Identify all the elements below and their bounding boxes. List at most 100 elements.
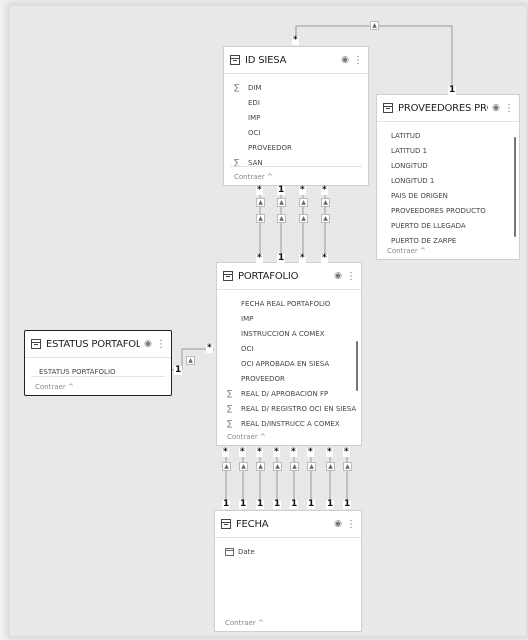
cardinality-label: * <box>256 185 263 195</box>
sum-icon: ∑ <box>227 404 233 413</box>
field-row[interactable]: PROVEEDORES PRODUCTO <box>377 203 519 218</box>
scrollbar[interactable] <box>514 137 516 237</box>
table-title: FECHA <box>236 518 269 530</box>
collapse-button[interactable]: Contraer ^ <box>387 247 426 255</box>
field-row[interactable]: ∑ DIM <box>224 80 368 95</box>
field-row[interactable]: ∑ SAN <box>224 155 368 170</box>
field-label: PUERTO DE ZARPE <box>391 236 457 245</box>
cardinality-one-label: 1 <box>290 499 299 509</box>
direction-arrow-icon: ▲ <box>321 198 330 207</box>
field-row[interactable]: LONGITUD 1 <box>377 173 519 188</box>
field-date[interactable]: Date <box>215 544 361 559</box>
eye-icon[interactable]: ◉ <box>334 271 342 281</box>
eye-icon[interactable]: ◉ <box>144 339 152 349</box>
field-label: INSTRUCCION A COMEX <box>241 329 325 338</box>
field-label: LONGITUD <box>391 161 428 170</box>
field-row[interactable]: ∑ REAL D/INSTRUCC A COMEX <box>217 416 361 431</box>
field-row[interactable]: PROVEEDOR <box>224 140 368 155</box>
field-label: IMP <box>248 113 261 122</box>
field-label: PROVEEDOR <box>241 374 285 383</box>
field-row[interactable]: OCI APROBADA EN SIESA <box>217 356 361 371</box>
cardinality-one-label: 1 <box>222 499 231 509</box>
table-card-proveedores-producto[interactable]: PROVEEDORES PROD... ◉ ⋮ LATITUD LATITUD 1… <box>376 94 520 260</box>
direction-arrow-icon: ▲ <box>299 198 308 207</box>
more-options-icon[interactable]: ⋮ <box>346 519 356 530</box>
cardinality-one-label: 1 <box>343 499 352 509</box>
table-card-id-siesa[interactable]: ID SIESA ◉ ⋮ ∑ DIM EDI IMP OCI PROVEEDOR ∑ SAN … <box>223 46 369 186</box>
cardinality-one-label: 1 <box>307 499 316 509</box>
field-row[interactable]: PUERTO DE LLEGADA <box>377 218 519 233</box>
eye-icon[interactable]: ◉ <box>492 103 500 113</box>
cardinality-many-label: * <box>222 447 229 457</box>
table-header[interactable]: ESTATUS PORTAFOLIO ◉ ⋮ <box>25 331 171 358</box>
cardinality-many-label: * <box>256 447 263 457</box>
field-label: LONGITUD 1 <box>391 176 435 185</box>
direction-arrow-icon: ▲ <box>370 21 379 30</box>
field-row[interactable]: LATITUD 1 <box>377 143 519 158</box>
cardinality-many-label: * <box>326 447 333 457</box>
field-label: IMP <box>241 314 254 323</box>
table-icon <box>230 55 240 65</box>
cardinality-many-label: * <box>239 447 246 457</box>
field-row[interactable]: OCI <box>224 125 368 140</box>
direction-arrow-icon: ▲ <box>277 198 286 207</box>
field-label: OCI APROBADA EN SIESA <box>241 359 330 368</box>
table-header[interactable]: PROVEEDORES PROD... ◉ ⋮ <box>377 95 519 122</box>
sum-icon: ∑ <box>227 389 233 398</box>
eye-icon[interactable]: ◉ <box>341 55 349 65</box>
table-header[interactable]: FECHA ◉ ⋮ <box>215 511 361 538</box>
field-row[interactable]: IMP <box>224 110 368 125</box>
more-options-icon[interactable]: ⋮ <box>156 339 166 350</box>
field-row[interactable]: FECHA REAL PORTAFOLIO <box>217 296 361 311</box>
cardinality-label: * <box>299 185 306 195</box>
direction-arrow-icon: ▲ <box>326 462 335 471</box>
field-row[interactable]: OCI <box>217 341 361 356</box>
field-row[interactable]: EDI <box>224 95 368 110</box>
collapse-button[interactable]: Contraer ^ <box>234 173 273 181</box>
direction-arrow-icon: ▲ <box>186 356 195 365</box>
divider <box>31 376 165 377</box>
cardinality-label: * <box>321 253 328 263</box>
scrollbar[interactable] <box>356 341 358 391</box>
table-icon <box>223 271 233 281</box>
field-row[interactable]: PROVEEDOR <box>217 371 361 386</box>
table-header[interactable]: ID SIESA ◉ ⋮ <box>224 47 368 74</box>
cardinality-many-label: * <box>206 343 213 353</box>
more-options-icon[interactable]: ⋮ <box>504 103 514 114</box>
field-label: LATITUD 1 <box>391 146 428 155</box>
more-options-icon[interactable]: ⋮ <box>353 55 363 66</box>
table-icon <box>31 339 41 349</box>
field-row[interactable]: PUERTO DE ZARPE <box>377 233 519 248</box>
eye-icon[interactable]: ◉ <box>334 519 342 529</box>
table-header[interactable]: PORTAFOLIO ◉ ⋮ <box>217 263 361 290</box>
field-list: ∑ DIM EDI IMP OCI PROVEEDOR ∑ SAN <box>224 74 368 170</box>
table-card-portafolio[interactable]: PORTAFOLIO ◉ ⋮ FECHA REAL PORTAFOLIO IMP I… <box>216 262 362 446</box>
field-label: OCI <box>248 128 261 137</box>
cardinality-many-label: * <box>292 35 299 45</box>
cardinality-many-label: * <box>307 447 314 457</box>
field-label: EDI <box>248 98 260 107</box>
field-row[interactable]: INSTRUCCION A COMEX <box>217 326 361 341</box>
collapse-button[interactable]: Contraer ^ <box>225 619 264 627</box>
cardinality-many-label: * <box>290 447 297 457</box>
field-row[interactable]: LATITUD <box>377 128 519 143</box>
table-card-fecha[interactable]: FECHA ◉ ⋮ Date Contraer ^ <box>214 510 362 632</box>
field-label: PAIS DE ORIGEN <box>391 191 448 200</box>
field-row[interactable]: ∑ REAL D/ REGISTRO OCI EN SIESA <box>217 401 361 416</box>
collapse-button[interactable]: Contraer ^ <box>227 433 266 441</box>
cardinality-label: 1 <box>277 253 286 263</box>
field-label: DIM <box>248 83 262 92</box>
field-row[interactable]: ∑ REAL D/ APROBACION FP <box>217 386 361 401</box>
field-row[interactable]: LONGITUD <box>377 158 519 173</box>
divider <box>230 166 362 167</box>
field-row[interactable]: IMP <box>217 311 361 326</box>
field-label: PROVEEDOR <box>248 143 292 152</box>
field-list: Date <box>215 538 361 559</box>
direction-arrow-icon: ▲ <box>321 214 330 223</box>
table-card-estatus-portafolio[interactable]: ESTATUS PORTAFOLIO ◉ ⋮ ESTATUS PORTAFOLI… <box>24 330 172 396</box>
more-options-icon[interactable]: ⋮ <box>346 271 356 282</box>
collapse-button[interactable]: Contraer ^ <box>35 383 74 391</box>
cardinality-one-label: 1 <box>273 499 282 509</box>
field-row[interactable]: PAIS DE ORIGEN <box>377 188 519 203</box>
cardinality-one-label: 1 <box>239 499 248 509</box>
